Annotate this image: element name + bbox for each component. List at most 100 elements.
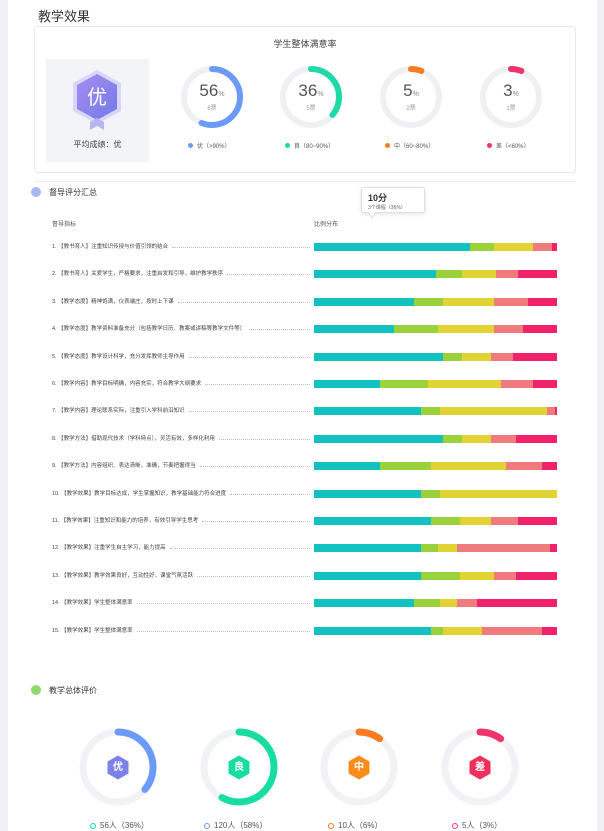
table-row[interactable]: 4. 【教学态度】教学资料准备充分（包括教学日历、教案或讲稿等教学文件等） bbox=[52, 324, 557, 334]
bar-segment-poor[interactable] bbox=[552, 243, 557, 251]
bar-segment-fair[interactable] bbox=[442, 297, 494, 306]
bar-segment-good[interactable] bbox=[420, 544, 438, 553]
table-row[interactable]: 8. 【教学方法】借助现代技术（学科特点），灵活有效，多样化利用 bbox=[52, 434, 557, 444]
bar-segment-poor[interactable] bbox=[522, 325, 557, 334]
bar-segment-excellent[interactable] bbox=[314, 380, 380, 388]
bar-segment-fair[interactable] bbox=[440, 599, 458, 608]
bar-segment-good[interactable] bbox=[413, 599, 441, 608]
bar-segment-pass[interactable] bbox=[496, 270, 519, 279]
bar-segment-excellent[interactable] bbox=[314, 462, 380, 471]
bar-segment-poor[interactable] bbox=[532, 380, 557, 388]
right-scrollbar-track[interactable] bbox=[597, 0, 604, 831]
bar-segment-fair[interactable] bbox=[462, 270, 497, 279]
distribution-bar[interactable] bbox=[314, 462, 557, 471]
bar-segment-fair[interactable] bbox=[493, 243, 533, 251]
bar-segment-fair[interactable] bbox=[442, 626, 482, 635]
bar-segment-pass[interactable] bbox=[481, 626, 543, 635]
bar-segment-excellent[interactable] bbox=[314, 297, 414, 306]
table-row[interactable]: 1. 【教书育人】注重知识传授与价值引领的结合 bbox=[52, 242, 557, 252]
distribution-bar[interactable] bbox=[314, 407, 557, 416]
bar-segment-fair[interactable] bbox=[437, 325, 494, 334]
bar-segment-pass[interactable] bbox=[491, 352, 514, 361]
bar-segment-excellent[interactable] bbox=[314, 325, 395, 334]
bar-segment-good[interactable] bbox=[420, 407, 441, 416]
bar-segment-excellent[interactable] bbox=[314, 243, 470, 251]
distribution-bar[interactable] bbox=[314, 243, 557, 251]
bar-segment-poor[interactable] bbox=[518, 270, 557, 279]
table-row[interactable]: 13. 【教学效果】教学效果良好，互动性好，课堂气氛活跃 bbox=[52, 571, 557, 581]
bar-segment-fair[interactable] bbox=[462, 434, 492, 443]
bar-segment-good[interactable] bbox=[442, 352, 463, 361]
table-row[interactable]: 5. 【教学态度】教学设计科学，充分发挥教师主导作用 bbox=[52, 352, 557, 362]
bar-segment-fair[interactable] bbox=[459, 571, 494, 580]
bar-segment-excellent[interactable] bbox=[314, 352, 443, 361]
bar-segment-good[interactable] bbox=[435, 270, 463, 279]
bar-segment-good[interactable] bbox=[442, 434, 463, 443]
bar-segment-pass[interactable] bbox=[457, 544, 550, 553]
bar-segment-pass[interactable] bbox=[493, 325, 523, 334]
distribution-bar[interactable] bbox=[314, 489, 557, 498]
bar-segment-good[interactable] bbox=[379, 462, 431, 471]
bar-segment-good[interactable] bbox=[379, 380, 429, 388]
distribution-bar[interactable] bbox=[314, 434, 557, 443]
bar-segment-good[interactable] bbox=[430, 626, 443, 635]
table-row[interactable]: 2. 【教书育人】关爱学生，严格要求，注重启发和引导，维护教学秩序 bbox=[52, 269, 557, 279]
bar-segment-excellent[interactable] bbox=[314, 407, 421, 416]
bar-segment-poor[interactable] bbox=[515, 434, 557, 443]
bar-segment-excellent[interactable] bbox=[314, 517, 431, 525]
bar-segment-poor[interactable] bbox=[515, 571, 557, 580]
table-row[interactable]: 15. 【教学效果】学生整体满意率 bbox=[52, 626, 557, 636]
bar-segment-fair[interactable] bbox=[440, 407, 548, 416]
bar-segment-pass[interactable] bbox=[501, 380, 533, 388]
bar-segment-excellent[interactable] bbox=[314, 270, 436, 279]
bar-segment-excellent[interactable] bbox=[314, 599, 414, 608]
bar-segment-good[interactable] bbox=[420, 571, 460, 580]
bar-segment-pass[interactable] bbox=[491, 434, 516, 443]
bar-segment-excellent[interactable] bbox=[314, 571, 421, 580]
distribution-bar[interactable] bbox=[314, 270, 557, 279]
distribution-bar[interactable] bbox=[314, 352, 557, 361]
bar-segment-poor[interactable] bbox=[476, 599, 557, 608]
bar-segment-good[interactable] bbox=[394, 325, 438, 334]
bar-segment-pass[interactable] bbox=[505, 462, 543, 471]
bar-segment-pass[interactable] bbox=[491, 517, 519, 525]
bar-segment-pass[interactable] bbox=[457, 599, 477, 608]
bar-segment-fair[interactable] bbox=[459, 517, 492, 525]
distribution-bar[interactable] bbox=[314, 571, 557, 580]
distribution-bar[interactable] bbox=[314, 380, 557, 388]
bar-segment-excellent[interactable] bbox=[314, 489, 421, 498]
table-row[interactable]: 3. 【教学态度】精神饱满，仪表端庄，按时上下课 bbox=[52, 297, 557, 307]
bar-segment-fair[interactable] bbox=[430, 462, 506, 471]
table-row[interactable]: 7. 【教学内容】理论联系实际，注重引入学科前沿知识 bbox=[52, 406, 557, 416]
bar-segment-fair[interactable] bbox=[437, 544, 458, 553]
distribution-bar[interactable] bbox=[314, 297, 557, 306]
table-row[interactable]: 10. 【教学效果】教学目标达成，学生掌握知识，教学基础能力符合进度 bbox=[52, 489, 557, 499]
bar-segment-fair[interactable] bbox=[440, 489, 557, 498]
bar-segment-excellent[interactable] bbox=[314, 626, 431, 635]
bar-segment-excellent[interactable] bbox=[314, 544, 421, 553]
distribution-bar[interactable] bbox=[314, 325, 557, 334]
bar-segment-fair[interactable] bbox=[462, 352, 492, 361]
distribution-bar[interactable] bbox=[314, 626, 557, 635]
bar-segment-fair[interactable] bbox=[428, 380, 502, 388]
distribution-bar[interactable] bbox=[314, 544, 557, 553]
bar-segment-good[interactable] bbox=[430, 517, 460, 525]
bar-segment-good[interactable] bbox=[420, 489, 441, 498]
bar-segment-poor[interactable] bbox=[542, 626, 557, 635]
bar-segment-pass[interactable] bbox=[493, 571, 516, 580]
bar-segment-good[interactable] bbox=[469, 243, 494, 251]
distribution-bar[interactable] bbox=[314, 517, 557, 525]
bar-segment-poor[interactable] bbox=[549, 544, 557, 553]
bar-segment-poor[interactable] bbox=[527, 297, 557, 306]
table-row[interactable]: 6. 【教学内容】教学目标明确，内容充实，符合教学大纲要求 bbox=[52, 379, 557, 389]
table-row[interactable]: 9. 【教学方法】内容组织、表达清晰，准确，节奏把握得当 bbox=[52, 461, 557, 471]
bar-segment-poor[interactable] bbox=[542, 462, 557, 471]
table-row[interactable]: 14. 【教学效果】学生整体满意率 bbox=[52, 598, 557, 608]
bar-segment-poor[interactable] bbox=[554, 407, 557, 416]
bar-segment-pass[interactable] bbox=[493, 297, 528, 306]
bar-segment-pass[interactable] bbox=[547, 407, 555, 416]
bar-segment-poor[interactable] bbox=[518, 517, 557, 525]
bar-segment-poor[interactable] bbox=[513, 352, 557, 361]
bar-segment-good[interactable] bbox=[413, 297, 443, 306]
bar-segment-excellent[interactable] bbox=[314, 434, 443, 443]
